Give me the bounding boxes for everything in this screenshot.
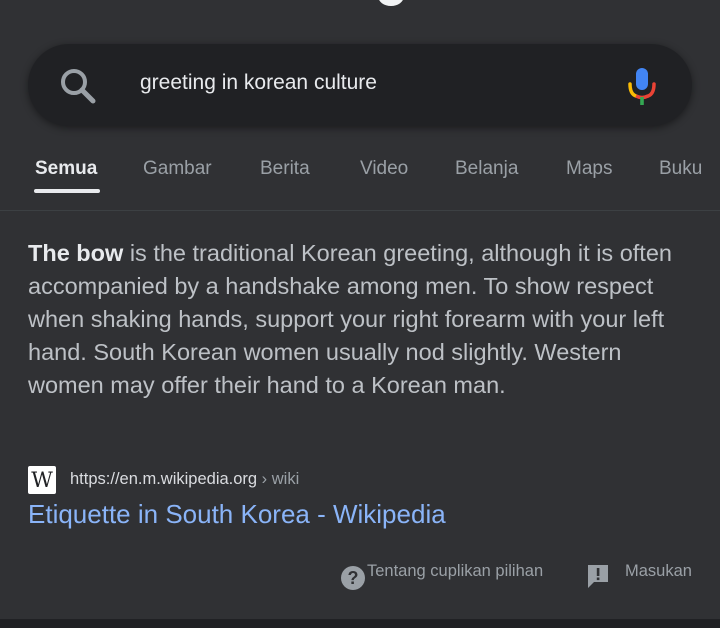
active-tab-indicator	[34, 189, 100, 193]
snippet-highlight: The bow	[28, 240, 124, 266]
tab-buku[interactable]: Buku	[659, 158, 702, 180]
about-featured-snippets-link[interactable]: Tentang cuplikan pilihan	[367, 562, 543, 590]
tab-semua[interactable]: Semua	[35, 158, 97, 180]
source-url[interactable]: https://en.m.wikipedia.org › wiki	[70, 470, 299, 489]
source-breadcrumb: › wiki	[257, 470, 300, 488]
tab-belanja[interactable]: Belanja	[455, 158, 518, 180]
snippet-body: is the traditional Korean greeting, alth…	[28, 240, 672, 398]
source-domain: https://en.m.wikipedia.org	[70, 470, 258, 488]
featured-snippet-text: The bow is the traditional Korean greeti…	[28, 237, 700, 402]
wikipedia-logo: W	[28, 466, 56, 494]
tab-gambar[interactable]: Gambar	[143, 158, 212, 180]
feedback-link[interactable]: Masukan	[625, 562, 692, 590]
top-indicator	[378, 0, 404, 6]
search-tabs: Semua Gambar Berita Video Belanja Maps B…	[0, 155, 720, 195]
divider	[0, 210, 720, 211]
mic-icon[interactable]	[624, 66, 660, 106]
tab-maps[interactable]: Maps	[566, 158, 612, 180]
bottom-bar	[0, 619, 720, 628]
tab-video[interactable]: Video	[360, 158, 408, 180]
search-icon[interactable]	[58, 66, 98, 106]
tab-berita[interactable]: Berita	[260, 158, 310, 180]
help-circle-icon[interactable]: ?	[341, 566, 365, 590]
search-bar[interactable]: greeting in korean culture	[28, 44, 692, 126]
feedback-icon[interactable]	[587, 564, 609, 590]
result-title-link[interactable]: Etiquette in South Korea - Wikipedia	[28, 499, 446, 530]
search-input[interactable]: greeting in korean culture	[140, 71, 377, 95]
